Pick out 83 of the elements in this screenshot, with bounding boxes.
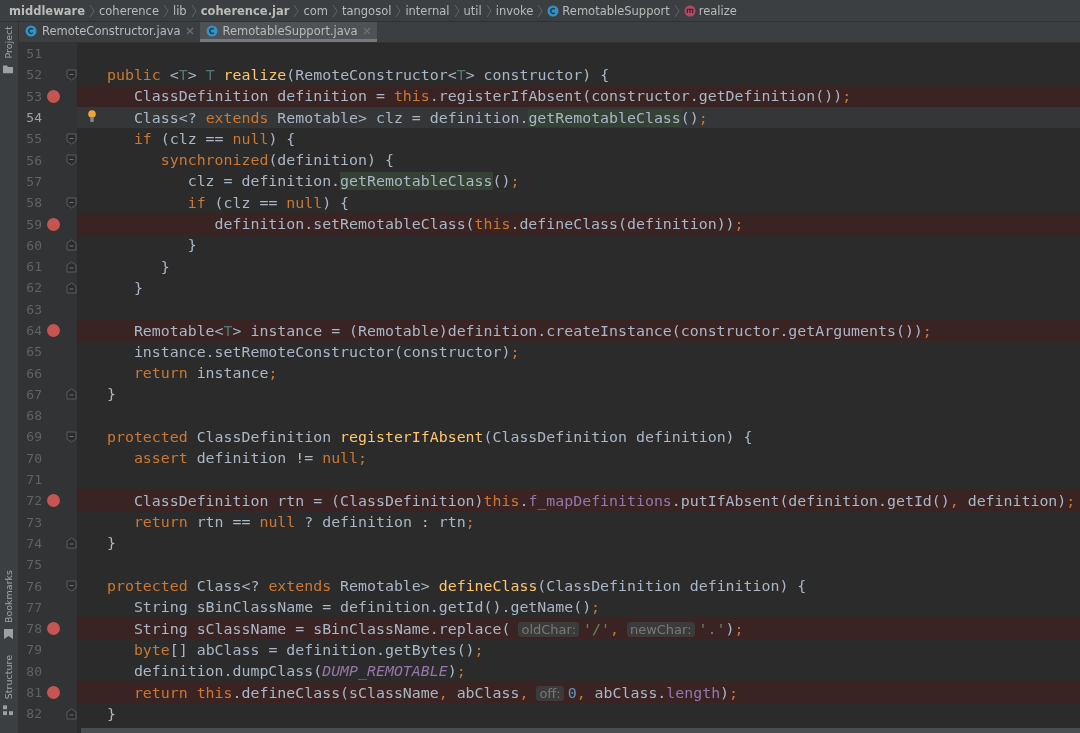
code-line: definition.dumpClass(DUMP_REMOTABLE); (132, 662, 466, 681)
fold-marker-icon[interactable] (65, 239, 77, 252)
fold-marker-icon[interactable] (65, 537, 77, 550)
fold-marker-icon[interactable] (65, 196, 77, 209)
tool-window-button[interactable]: Project (0, 22, 17, 78)
chevron-icon (395, 3, 402, 18)
tool-window-button[interactable]: Structure (0, 650, 17, 719)
code-line: assert definition != null; (132, 449, 367, 468)
code-line: } (159, 257, 170, 276)
code-line: } (107, 385, 116, 404)
chevron-icon (293, 3, 300, 18)
breadcrumb-item[interactable]: realize (683, 3, 737, 18)
breadcrumb-item[interactable]: util (463, 3, 482, 18)
chevron-icon (190, 3, 197, 18)
breadcrumb-item[interactable]: invoke (495, 3, 534, 18)
code-line: byte[] abClass = definition.getBytes(); (132, 640, 484, 659)
code-line: if (clz == null) { (186, 193, 350, 212)
fold-marker-icon[interactable] (65, 388, 77, 401)
code-line: } (107, 704, 116, 723)
chevron-icon (453, 3, 460, 18)
close-icon (362, 26, 371, 35)
fold-marker-icon[interactable] (65, 281, 77, 294)
breadcrumb-item[interactable]: lib (172, 3, 187, 18)
fold-marker-icon[interactable] (65, 154, 77, 167)
chevron-icon (673, 3, 680, 18)
fold-marker-icon[interactable] (65, 132, 77, 145)
code-line: ClassDefinition rtn = (ClassDefinition)this.f_mapDefinitions.putIfAbsent(definition.getId(), definition); (132, 491, 1076, 510)
chevron-icon (331, 3, 338, 18)
code-line: } (186, 236, 197, 255)
folder-icon (3, 64, 14, 74)
editor-tab[interactable]: RemotableSupport.java (199, 22, 377, 42)
breadcrumb-item[interactable]: middleware (9, 3, 85, 18)
code-line: public <T> T realize(RemoteConstructor<T> constructor) { (107, 65, 610, 84)
close-icon (185, 26, 194, 35)
code-line: instance.setRemoteConstructor(constructor); (132, 342, 520, 361)
breakpoint-icon[interactable] (47, 89, 60, 103)
class-icon (547, 4, 560, 17)
code-line: return this.defineClass(sClassName, abClass, off: 0, abClass.length); (132, 683, 739, 702)
editor-tab[interactable]: RemoteConstructor.java (19, 22, 200, 42)
tool-window-button[interactable]: Bookmarks (0, 565, 17, 643)
code-line: String sClassName = sBinClassName.replace( oldChar: '/', newChar: '.'); (132, 619, 744, 638)
code-line: ClassDefinition definition = this.registerIfAbsent(constructor.getDefinition()); (132, 87, 852, 106)
bookmark-icon (4, 628, 13, 639)
breadcrumb-item[interactable]: coherence.jar (200, 3, 290, 18)
code-line: return rtn == null ? definition : rtn; (132, 513, 475, 532)
horizontal-scrollbar[interactable] (81, 728, 1080, 733)
line-number: 54 (25, 110, 42, 126)
fold-marker-icon[interactable] (65, 580, 77, 593)
fold-marker-icon[interactable] (65, 431, 77, 443)
breakpoint-icon[interactable] (47, 686, 60, 700)
chevron-icon (485, 3, 492, 18)
code-line: Class<? extends Remotable> clz = definition.getRemotableClass(); (132, 108, 708, 127)
code-line: protected ClassDefinition registerIfAbsent(ClassDefinition definition) { (107, 428, 753, 446)
lightbulb-icon[interactable] (88, 109, 96, 122)
class-icon (205, 24, 218, 37)
code-line: protected Class<? extends Remotable> defineClass(ClassDefinition definition) { (107, 577, 807, 596)
code-line: definition.setRemotableClass(this.defineClass(definition)); (213, 215, 744, 233)
breakpoint-icon[interactable] (47, 324, 60, 337)
code-line: } (107, 534, 116, 553)
code-line: } (132, 278, 143, 297)
breadcrumb-item[interactable]: internal (405, 3, 450, 18)
breakpoint-icon[interactable] (47, 217, 60, 231)
fold-marker-icon[interactable] (65, 68, 77, 81)
breadcrumb-item[interactable]: coherence (99, 3, 159, 18)
fold-marker-icon[interactable] (65, 260, 77, 273)
code-line: if (clz == null) { (132, 129, 296, 148)
chevron-icon (162, 3, 169, 18)
breadcrumb-item[interactable]: tangosol (341, 3, 392, 18)
code-line: return instance; (132, 364, 278, 383)
method-icon (683, 4, 696, 17)
fold-marker-icon[interactable] (65, 707, 77, 720)
breakpoint-icon[interactable] (47, 494, 60, 508)
breakpoint-icon[interactable] (47, 622, 60, 636)
code-line: String sBinClassName = definition.getId().getName(); (132, 598, 601, 617)
breadcrumb-item[interactable]: com (303, 3, 328, 18)
code-line: Remotable<T> instance = (Remotable)definition.createInstance(constructor.getArguments()); (132, 321, 932, 340)
code-line: clz = definition.getRemotableClass(); (186, 172, 520, 191)
chevron-icon (89, 3, 95, 18)
breadcrumb-item[interactable]: RemotableSupport (547, 3, 670, 18)
class-icon (25, 24, 37, 37)
chevron-icon (537, 3, 544, 18)
structure-icon (3, 705, 14, 715)
code-line: synchronized(definition) { (159, 151, 394, 170)
